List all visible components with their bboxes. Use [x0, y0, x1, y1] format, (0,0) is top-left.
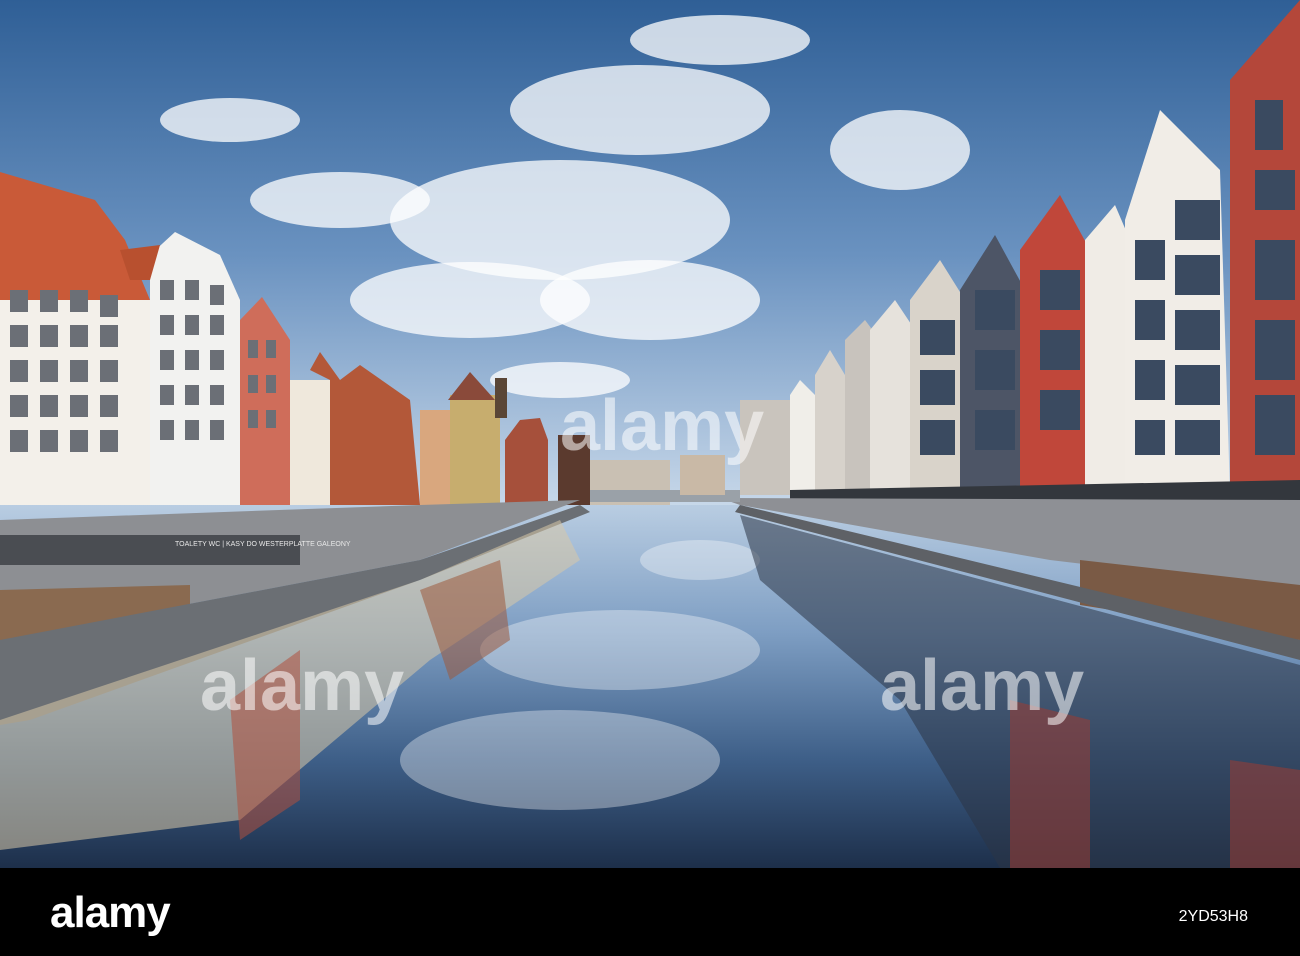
alamy-logo: alamy	[50, 888, 171, 937]
footer-bar: alamy 2YD53H8	[0, 868, 1300, 956]
photo: TOALETY WC | KASY DO WESTERPLATTE GALEON…	[0, 0, 1300, 868]
watermark-center: alamy	[560, 386, 764, 466]
watermark-right: alamy	[880, 646, 1084, 726]
sign-text: TOALETY WC | KASY DO WESTERPLATTE GALEON…	[175, 541, 351, 548]
image-id: 2YD53H8	[1178, 908, 1248, 925]
sign-board	[0, 535, 300, 565]
watermark-left: alamy	[200, 646, 404, 726]
